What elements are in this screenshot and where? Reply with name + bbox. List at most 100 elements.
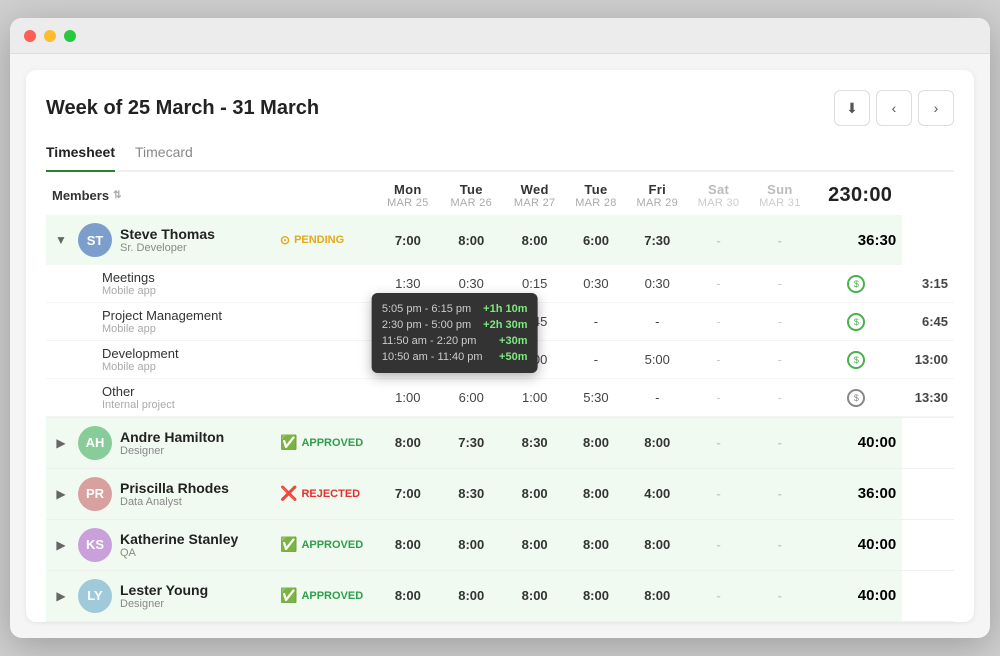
status-cell: ✅ APPROVED [266, 571, 377, 621]
avatar: KS [78, 528, 112, 562]
expand-button[interactable]: ▶ [52, 485, 70, 503]
person-name-cell: ▶ LY Lester Young Designer [46, 571, 266, 621]
task-icon-cell: $ [811, 303, 903, 341]
download-button[interactable]: ⬇ [834, 90, 870, 126]
person-hours-0: 8:00 [377, 571, 438, 621]
task-label-cell: Meetings Mobile app [46, 265, 266, 303]
person-total: 36:00 [811, 469, 903, 519]
person-info: Andre Hamilton Designer [120, 429, 224, 457]
person-info: Priscilla Rhodes Data Analyst [120, 480, 229, 508]
person-hours-0: 8:00 [377, 520, 438, 570]
avatar: PR [78, 477, 112, 511]
task-sub: Internal project [102, 399, 260, 411]
task-label-cell: Development Mobile app [46, 341, 266, 379]
task-name: Meetings [102, 270, 260, 285]
tab-timecard[interactable]: Timecard [135, 138, 193, 172]
person-name: Lester Young [120, 582, 208, 598]
task-icon: $ [847, 275, 865, 293]
task-hours-3[interactable]: 0:30 [565, 265, 626, 303]
person-hours-1: 8:00 [438, 215, 504, 265]
person-role: Designer [120, 445, 224, 457]
task-hours-6[interactable]: - [749, 341, 810, 379]
person-role: Designer [120, 598, 208, 610]
person-hours-1: 8:30 [438, 469, 504, 519]
person-hours-1: 8:00 [438, 571, 504, 621]
prev-week-button[interactable]: ‹ [876, 90, 912, 126]
task-hours-2[interactable]: 1:00 [504, 379, 565, 417]
person-hours-4: 8:00 [627, 571, 688, 621]
expand-button[interactable]: ▶ [52, 536, 70, 554]
editing-cell[interactable]: 01:30 5:05 pm - 6:15 pm+1h 10m2:30 pm - … [438, 303, 504, 341]
task-hours-0[interactable]: 1:00 [377, 379, 438, 417]
status-cell: ⊙ PENDING [266, 215, 377, 265]
task-sub: Mobile app [102, 323, 260, 335]
person-hours-5: - [688, 571, 749, 621]
person-row: ▶ LY Lester Young Designer ✅ APPROVED 8:… [46, 571, 954, 621]
task-hours-5[interactable]: - [688, 303, 749, 341]
wed-header: Wed MAR 27 [504, 172, 565, 215]
person-hours-2: 8:00 [504, 469, 565, 519]
close-dot[interactable] [24, 30, 36, 42]
expand-button[interactable]: ▶ [52, 587, 70, 605]
task-hours-4[interactable]: - [627, 303, 688, 341]
person-hours-0: 7:00 [377, 215, 438, 265]
task-hours-1[interactable]: 6:00 [438, 379, 504, 417]
expand-button[interactable]: ▶ [52, 434, 70, 452]
divider-row [46, 621, 954, 622]
person-name-cell: ▶ KS Katherine Stanley QA [46, 520, 266, 570]
header-row: Week of 25 March - 31 March ⬇ ‹ › [46, 90, 954, 126]
person-info: Lester Young Designer [120, 582, 208, 610]
person-row: ▶ KS Katherine Stanley QA ✅ APPROVED 8:0… [46, 520, 954, 570]
person-role: Data Analyst [120, 496, 229, 508]
task-status-cell [266, 265, 377, 303]
person-hours-5: - [688, 469, 749, 519]
maximize-dot[interactable] [64, 30, 76, 42]
person-hours-0: 7:00 [377, 469, 438, 519]
avatar: ST [78, 223, 112, 257]
person-hours-2: 8:00 [504, 520, 565, 570]
person-hours-1: 7:30 [438, 418, 504, 468]
person-total: 40:00 [811, 418, 903, 468]
task-icon-dollar: $ [847, 389, 865, 407]
members-label: Members [52, 188, 109, 203]
person-name: Steve Thomas [120, 226, 215, 242]
task-icon: $ [847, 313, 865, 331]
person-hours-2: 8:30 [504, 418, 565, 468]
person-name: Andre Hamilton [120, 429, 224, 445]
task-hours-6[interactable]: - [749, 265, 810, 303]
task-name: Other [102, 384, 260, 399]
sort-icon[interactable]: ⇅ [113, 190, 121, 201]
task-hours-5[interactable]: - [688, 341, 749, 379]
task-icon-cell: $ [811, 341, 903, 379]
person-hours-4: 4:00 [627, 469, 688, 519]
task-hours-5[interactable]: - [688, 265, 749, 303]
task-hours-4[interactable]: - [627, 379, 688, 417]
person-hours-4: 7:30 [627, 215, 688, 265]
expand-button[interactable]: ▼ [52, 231, 70, 249]
task-total: 13:00 [902, 341, 954, 379]
task-icon: $ [847, 351, 865, 369]
task-hours-6[interactable]: - [749, 303, 810, 341]
task-hours-3[interactable]: - [565, 341, 626, 379]
person-hours-3: 8:00 [565, 469, 626, 519]
person-total: 40:00 [811, 520, 903, 570]
avatar: AH [78, 426, 112, 460]
task-hours-5[interactable]: - [688, 379, 749, 417]
task-hours-4[interactable]: 5:00 [627, 341, 688, 379]
task-row: Other Internal project 1:006:001:005:30-… [46, 379, 954, 417]
thu-header: Tue MAR 28 [565, 172, 626, 215]
person-hours-5: - [688, 215, 749, 265]
person-name-cell: ▼ ST Steve Thomas Sr. Developer [46, 215, 266, 265]
person-info: Steve Thomas Sr. Developer [120, 226, 215, 254]
task-hours-6[interactable]: - [749, 379, 810, 417]
task-hours-3[interactable]: - [565, 303, 626, 341]
person-hours-3: 6:00 [565, 215, 626, 265]
mon-header: Mon MAR 25 [377, 172, 438, 215]
person-row: ▶ PR Priscilla Rhodes Data Analyst ❌ REJ… [46, 469, 954, 519]
task-hours-3[interactable]: 5:30 [565, 379, 626, 417]
next-week-button[interactable]: › [918, 90, 954, 126]
status-badge: ✅ APPROVED [272, 431, 371, 454]
tab-timesheet[interactable]: Timesheet [46, 138, 115, 172]
task-hours-4[interactable]: 0:30 [627, 265, 688, 303]
minimize-dot[interactable] [44, 30, 56, 42]
